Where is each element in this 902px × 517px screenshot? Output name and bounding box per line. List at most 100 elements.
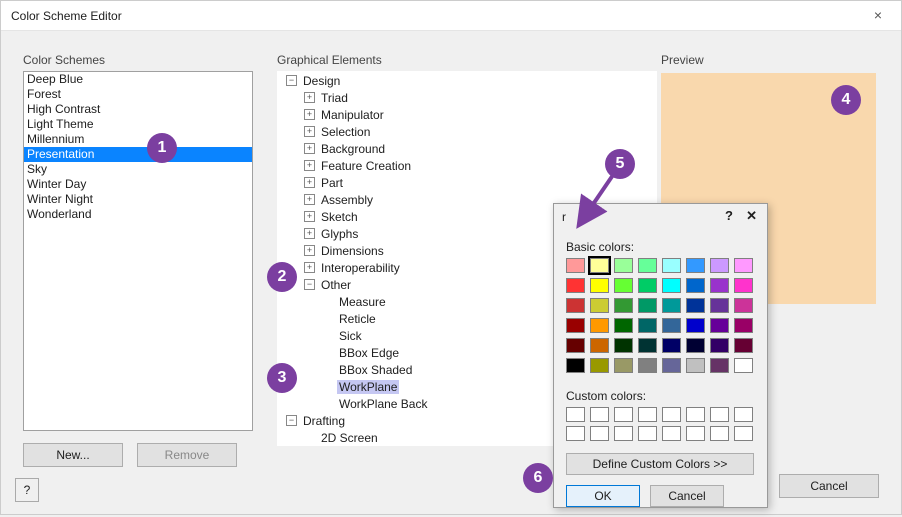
color-swatch[interactable] xyxy=(590,278,609,293)
custom-color-swatch[interactable] xyxy=(662,426,681,441)
scheme-item[interactable]: Millennium xyxy=(24,132,252,147)
color-swatch[interactable] xyxy=(662,358,681,373)
color-swatch[interactable] xyxy=(734,318,753,333)
popup-cancel-button[interactable]: Cancel xyxy=(650,485,724,507)
color-swatch[interactable] xyxy=(734,298,753,313)
color-swatch[interactable] xyxy=(614,358,633,373)
custom-color-swatch[interactable] xyxy=(734,407,753,422)
custom-colors-row[interactable] xyxy=(566,407,755,422)
tree-item[interactable]: +Triad xyxy=(278,89,656,106)
collapse-icon[interactable]: − xyxy=(286,415,297,426)
color-swatch[interactable] xyxy=(638,258,657,273)
tree-item[interactable]: +Selection xyxy=(278,123,656,140)
expand-icon[interactable]: + xyxy=(304,92,315,103)
color-swatch[interactable] xyxy=(710,298,729,313)
color-swatch[interactable] xyxy=(614,318,633,333)
custom-color-swatch[interactable] xyxy=(638,426,657,441)
custom-color-swatch[interactable] xyxy=(614,426,633,441)
color-swatch[interactable] xyxy=(590,358,609,373)
color-swatch[interactable] xyxy=(566,318,585,333)
popup-close-icon[interactable]: ✕ xyxy=(746,208,757,224)
popup-help-icon[interactable]: ? xyxy=(725,208,733,223)
color-swatch[interactable] xyxy=(686,338,705,353)
custom-color-swatch[interactable] xyxy=(710,426,729,441)
color-swatch[interactable] xyxy=(734,258,753,273)
scheme-item[interactable]: Winter Night xyxy=(24,192,252,207)
color-swatch[interactable] xyxy=(662,338,681,353)
tree-item[interactable]: −Design xyxy=(278,72,656,89)
custom-colors-row[interactable] xyxy=(566,426,755,441)
expand-icon[interactable]: + xyxy=(304,126,315,137)
close-icon[interactable]: × xyxy=(855,1,901,31)
help-icon[interactable]: ? xyxy=(15,478,39,502)
expand-icon[interactable]: + xyxy=(304,228,315,239)
color-swatch[interactable] xyxy=(710,358,729,373)
color-swatch[interactable] xyxy=(614,298,633,313)
color-swatch[interactable] xyxy=(566,338,585,353)
scheme-item[interactable]: Forest xyxy=(24,87,252,102)
custom-color-swatch[interactable] xyxy=(710,407,729,422)
color-swatch[interactable] xyxy=(590,258,609,273)
color-swatch[interactable] xyxy=(638,278,657,293)
scheme-item[interactable]: Wonderland xyxy=(24,207,252,222)
scheme-item[interactable]: Deep Blue xyxy=(24,72,252,87)
color-swatch[interactable] xyxy=(662,318,681,333)
color-swatch[interactable] xyxy=(686,258,705,273)
color-swatch[interactable] xyxy=(662,278,681,293)
expand-icon[interactable]: + xyxy=(304,109,315,120)
custom-color-swatch[interactable] xyxy=(734,426,753,441)
color-swatch[interactable] xyxy=(638,298,657,313)
collapse-icon[interactable]: − xyxy=(286,75,297,86)
color-swatch[interactable] xyxy=(566,278,585,293)
tree-item[interactable]: +Background xyxy=(278,140,656,157)
color-swatch[interactable] xyxy=(686,318,705,333)
color-swatch[interactable] xyxy=(614,338,633,353)
collapse-icon[interactable]: − xyxy=(304,279,315,290)
color-swatch[interactable] xyxy=(638,318,657,333)
color-swatch[interactable] xyxy=(590,318,609,333)
color-swatch[interactable] xyxy=(734,278,753,293)
color-swatch[interactable] xyxy=(710,338,729,353)
color-swatch[interactable] xyxy=(734,358,753,373)
dialog-cancel-button[interactable]: Cancel xyxy=(779,474,879,498)
tree-item[interactable]: +Manipulator xyxy=(278,106,656,123)
scheme-item[interactable]: Presentation xyxy=(24,147,252,162)
define-custom-colors-button[interactable]: Define Custom Colors >> xyxy=(566,453,754,475)
custom-color-swatch[interactable] xyxy=(662,407,681,422)
color-swatch[interactable] xyxy=(686,278,705,293)
expand-icon[interactable]: + xyxy=(304,194,315,205)
basic-colors-grid[interactable] xyxy=(566,258,755,375)
expand-icon[interactable]: + xyxy=(304,211,315,222)
scheme-item[interactable]: Winter Day xyxy=(24,177,252,192)
color-swatch[interactable] xyxy=(614,278,633,293)
color-swatch[interactable] xyxy=(686,298,705,313)
schemes-listbox[interactable]: Deep BlueForestHigh ContrastLight ThemeM… xyxy=(23,71,253,431)
custom-color-swatch[interactable] xyxy=(590,426,609,441)
custom-color-swatch[interactable] xyxy=(566,426,585,441)
color-swatch[interactable] xyxy=(686,358,705,373)
expand-icon[interactable]: + xyxy=(304,245,315,256)
color-swatch[interactable] xyxy=(566,298,585,313)
color-swatch[interactable] xyxy=(638,338,657,353)
custom-color-swatch[interactable] xyxy=(686,426,705,441)
custom-color-swatch[interactable] xyxy=(566,407,585,422)
color-swatch[interactable] xyxy=(710,278,729,293)
color-swatch[interactable] xyxy=(614,258,633,273)
expand-icon[interactable]: + xyxy=(304,160,315,171)
color-swatch[interactable] xyxy=(710,318,729,333)
color-swatch[interactable] xyxy=(662,258,681,273)
new-scheme-button[interactable]: New... xyxy=(23,443,123,467)
scheme-item[interactable]: Light Theme xyxy=(24,117,252,132)
color-swatch[interactable] xyxy=(662,298,681,313)
scheme-item[interactable]: High Contrast xyxy=(24,102,252,117)
expand-icon[interactable]: + xyxy=(304,177,315,188)
popup-ok-button[interactable]: OK xyxy=(566,485,640,507)
expand-icon[interactable]: + xyxy=(304,262,315,273)
custom-color-swatch[interactable] xyxy=(686,407,705,422)
color-swatch[interactable] xyxy=(710,258,729,273)
custom-color-swatch[interactable] xyxy=(638,407,657,422)
scheme-item[interactable]: Sky xyxy=(24,162,252,177)
custom-color-swatch[interactable] xyxy=(590,407,609,422)
custom-color-swatch[interactable] xyxy=(614,407,633,422)
color-swatch[interactable] xyxy=(566,358,585,373)
